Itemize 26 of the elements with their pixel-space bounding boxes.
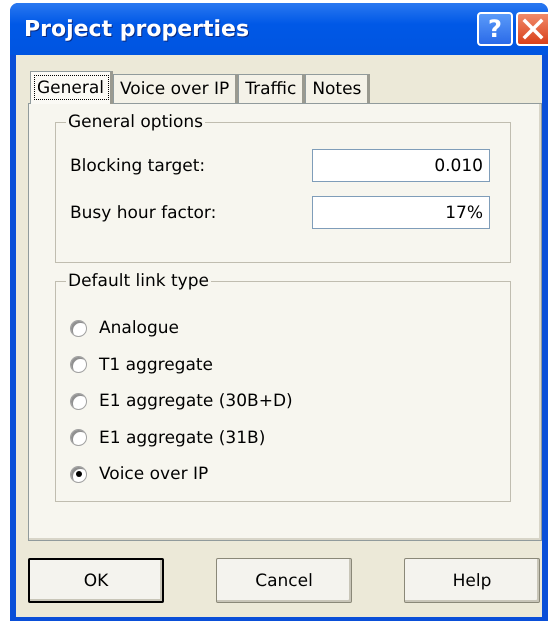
tab[interactable]: General [30,71,113,104]
close-button[interactable] [516,12,548,46]
radio-label: Voice over IP [99,464,208,484]
tab[interactable]: Notes [305,74,370,103]
group-title: Default link type [66,271,211,291]
radio-label: E1 aggregate (30B+D) [99,391,293,412]
radio-button[interactable] [70,392,87,410]
radio-label: Analogue [99,318,179,338]
field-label: Busy hour factor: [70,202,216,222]
radio-button[interactable] [70,320,87,337]
radio-button[interactable] [70,429,87,446]
tab[interactable]: Voice over IP [113,74,238,103]
dialog-button[interactable]: OK [28,558,164,603]
dialog-button[interactable]: Cancel [216,558,352,603]
close-icon [522,18,544,40]
radio-button[interactable] [70,356,87,374]
dialog-button[interactable]: Help [404,558,540,603]
input-field[interactable]: 0.010 [312,149,490,182]
radio-label: T1 aggregate [99,354,214,375]
input-field[interactable]: 17% [312,196,490,229]
field-label: Blocking target: [70,156,206,176]
group-title: General options [66,112,206,132]
tab[interactable]: Traffic [238,74,306,103]
radio-label: E1 aggregate (31B) [99,428,266,448]
window-title: Project properties [24,16,250,42]
radio-button[interactable] [70,466,87,483]
